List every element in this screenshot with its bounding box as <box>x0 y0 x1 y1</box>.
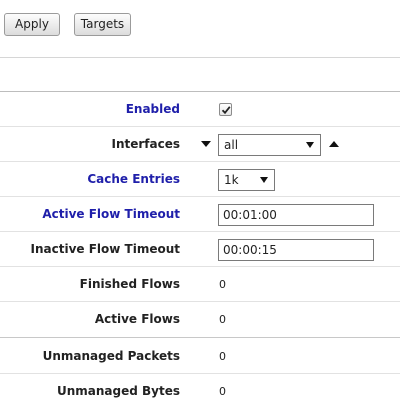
enabled-label: Enabled <box>125 102 180 116</box>
unmanaged-bytes-row: Unmanaged Bytes 0 <box>0 374 400 409</box>
cache-entries-label: Cache Entries <box>87 172 180 186</box>
toolbar: Apply Targets <box>0 0 400 50</box>
finished-flows-row: Finished Flows 0 <box>0 267 400 302</box>
cache-entries-row: Cache Entries 1k <box>0 162 400 197</box>
divider <box>0 337 400 338</box>
active-flow-timeout-label: Active Flow Timeout <box>42 207 180 221</box>
active-flows-row: Active Flows 0 <box>0 302 400 337</box>
interfaces-collapse-button[interactable] <box>327 137 341 151</box>
interfaces-select-value: all <box>224 138 239 152</box>
chevron-down-icon <box>260 177 268 183</box>
interfaces-select[interactable]: all <box>218 134 321 156</box>
divider <box>0 57 400 58</box>
inactive-flow-timeout-label: Inactive Flow Timeout <box>30 242 181 256</box>
finished-flows-label: Finished Flows <box>79 277 180 291</box>
triangle-up-icon <box>329 141 339 147</box>
enabled-checkbox[interactable] <box>219 103 232 116</box>
triangle-down-icon <box>201 141 211 147</box>
unmanaged-packets-label: Unmanaged Packets <box>42 349 180 363</box>
cache-entries-select[interactable]: 1k <box>218 169 275 191</box>
unmanaged-packets-row: Unmanaged Packets 0 <box>0 339 400 374</box>
targets-button[interactable]: Targets <box>74 13 131 36</box>
interfaces-label: Interfaces <box>111 137 180 151</box>
apply-button[interactable]: Apply <box>4 13 60 36</box>
active-flows-value: 0 <box>219 313 226 326</box>
unmanaged-bytes-label: Unmanaged Bytes <box>56 384 180 398</box>
interfaces-expand-button[interactable] <box>199 137 213 151</box>
unmanaged-packets-value: 0 <box>219 350 226 363</box>
active-flow-timeout-row: Active Flow Timeout <box>0 197 400 232</box>
enabled-row: Enabled <box>0 92 400 127</box>
interfaces-row: Interfaces all <box>0 127 400 162</box>
inactive-flow-timeout-input[interactable] <box>218 239 374 261</box>
unmanaged-bytes-value: 0 <box>219 385 226 398</box>
cache-entries-select-value: 1k <box>224 173 239 187</box>
checkmark-icon <box>221 106 231 115</box>
inactive-flow-timeout-row: Inactive Flow Timeout <box>0 232 400 267</box>
finished-flows-value: 0 <box>219 278 226 291</box>
active-flow-timeout-input[interactable] <box>218 204 374 226</box>
active-flows-label: Active Flows <box>94 312 180 326</box>
chevron-down-icon <box>306 142 314 148</box>
